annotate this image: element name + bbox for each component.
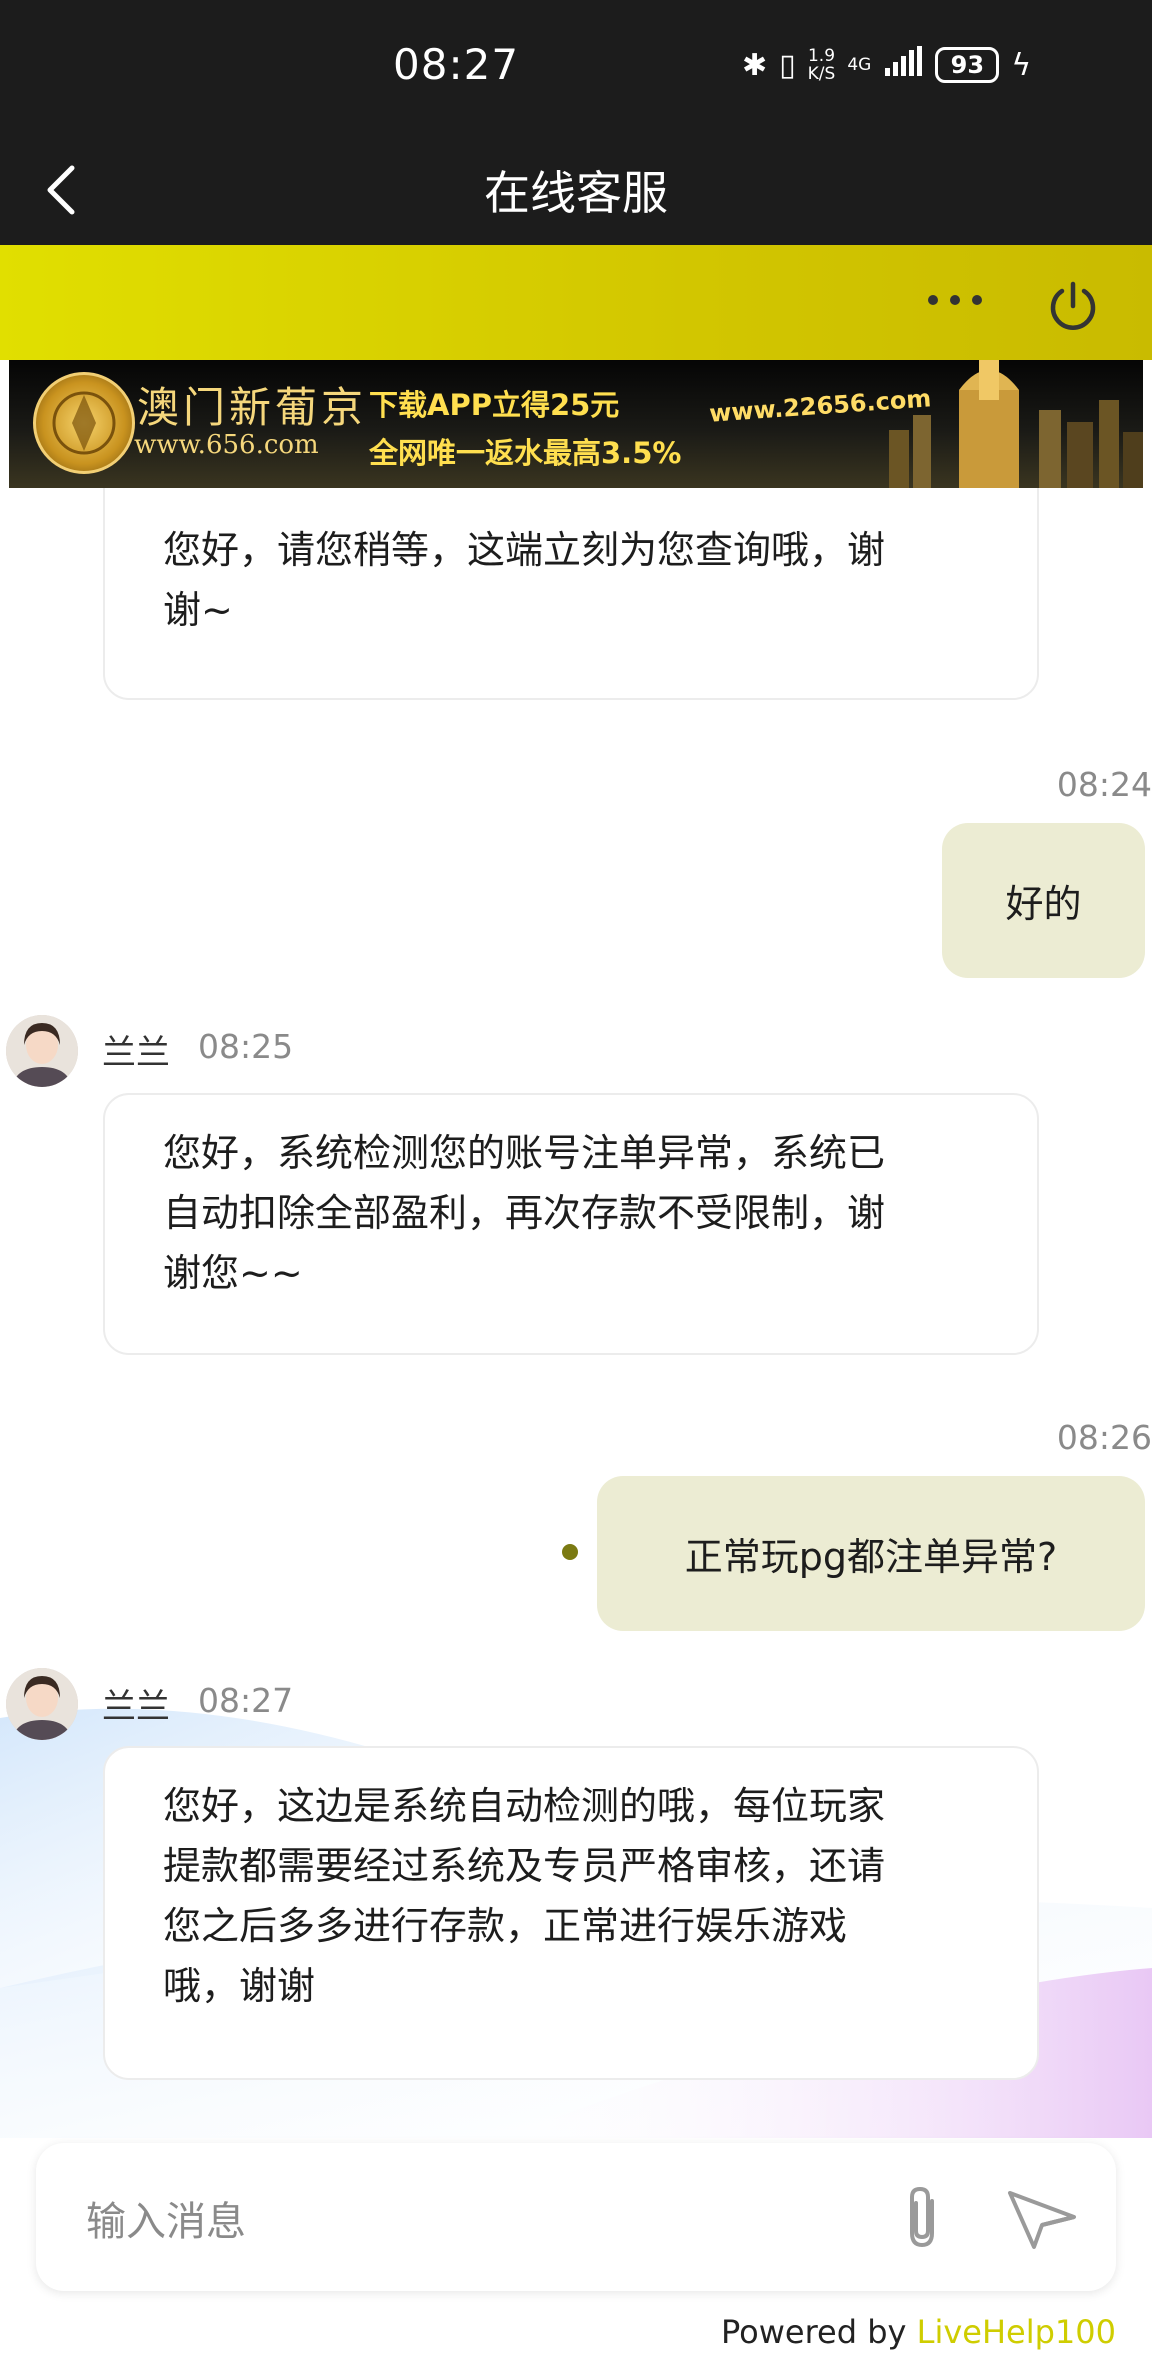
battery-indicator: 93: [935, 47, 1000, 83]
brand-logo: [33, 372, 135, 474]
powered-by: Powered by LiveHelp100: [720, 2313, 1116, 2351]
agent-name: 兰兰: [102, 1687, 170, 1727]
agent-message: 您好，系统检测您的账号注单异常，系统已 自动扣除全部盈利，再次存款不受限制，谢 …: [103, 1093, 1039, 1355]
status-bar: 08:27 ✱ ▯ 1.9 K/S 4G 93 ϟ: [0, 0, 1152, 135]
signal-icon: [883, 46, 923, 84]
vibrate-icon: ▯: [779, 47, 796, 83]
agent-name: 兰兰: [102, 1033, 170, 1073]
power-icon: [1050, 281, 1096, 330]
avatar[interactable]: [6, 1015, 78, 1087]
more-dots-icon: [928, 295, 982, 305]
agent-message: 您好，这边是系统自动检测的哦，每位玩家 提款都需要经过系统及专员严格审核，还请 …: [103, 1746, 1039, 2080]
banner-brand: 澳门新葡京: [137, 383, 368, 432]
app-header: 在线客服: [0, 135, 1152, 245]
banner-promo-line1: 下载APP立得25元: [369, 388, 620, 422]
footer-brand-link[interactable]: LiveHelp100: [917, 2313, 1116, 2351]
chat-toolbar: [0, 245, 1152, 360]
system-icons: ✱ ▯ 1.9 K/S 4G 93 ϟ: [742, 46, 1031, 84]
user-message: 好的: [942, 823, 1145, 978]
bluetooth-icon: ✱: [742, 47, 768, 83]
end-chat-button[interactable]: [1045, 278, 1101, 334]
sent-status-dot: [562, 1544, 578, 1560]
net-speed: 1.9 K/S: [807, 46, 836, 84]
message-input[interactable]: 输入消息: [86, 2189, 246, 2247]
attach-button[interactable]: [892, 2183, 956, 2253]
user-message: 正常玩pg都注单异常?: [597, 1476, 1145, 1631]
more-button[interactable]: [925, 285, 985, 315]
avatar[interactable]: [6, 1668, 78, 1740]
message-time: 08:26: [1056, 1418, 1152, 1457]
agent-message: 您好，请您稍等，这端立刻为您查询哦，谢 谢~: [103, 488, 1039, 700]
paperclip-icon: [910, 2186, 934, 2248]
message-time: 08:27: [198, 1681, 294, 1720]
banner-url: www.656.com: [134, 430, 319, 460]
promo-banner[interactable]: 澳门新葡京 www.656.com 下载APP立得25元 全网唯一返水最高3.5…: [9, 360, 1143, 488]
banner-promo-line2: 全网唯一返水最高3.5%: [369, 436, 682, 470]
message-composer: 输入消息: [36, 2143, 1116, 2291]
page-title: 在线客服: [484, 166, 668, 220]
send-button[interactable]: [1004, 2187, 1080, 2251]
message-time: 08:25: [198, 1027, 294, 1066]
network-type: 4G: [847, 55, 872, 75]
chat-area[interactable]: 您好，请您稍等，这端立刻为您查询哦，谢 谢~ 08:24 好的 兰兰 08:25…: [0, 488, 1152, 2138]
send-icon: [1008, 2191, 1076, 2249]
message-time: 08:24: [1056, 765, 1152, 804]
status-time: 08:27: [393, 40, 520, 89]
skyline-graphic: [889, 360, 1143, 488]
charging-icon: ϟ: [1011, 47, 1032, 83]
